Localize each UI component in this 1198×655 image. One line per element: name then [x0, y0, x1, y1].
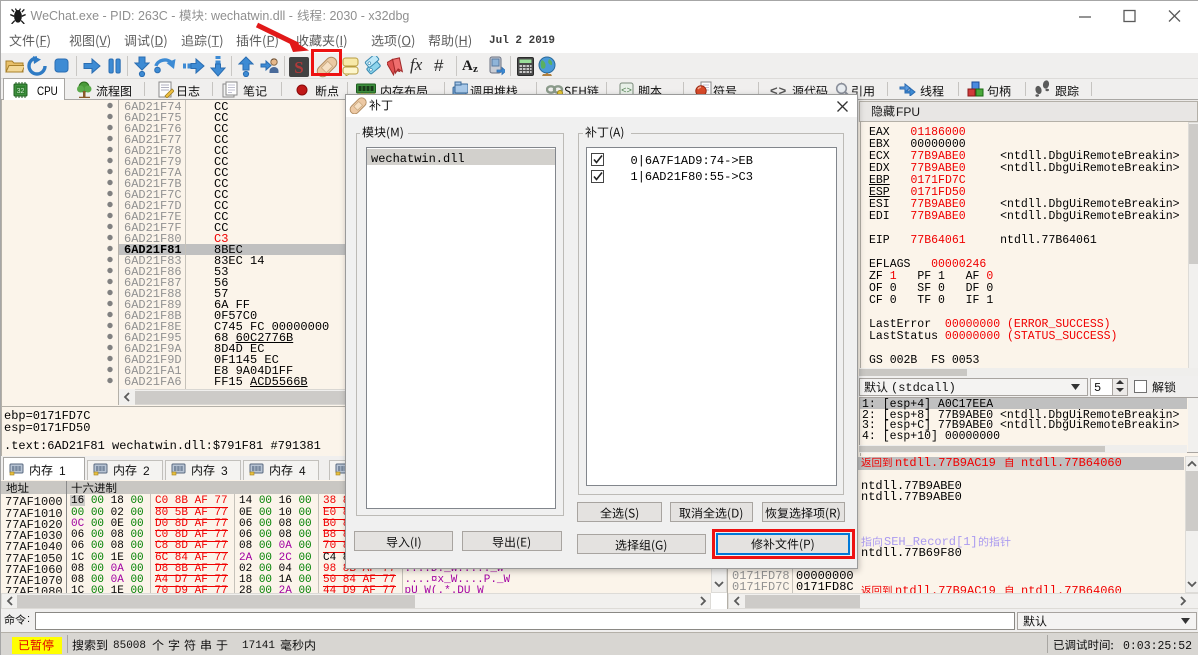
- svg-text:S: S: [294, 58, 303, 77]
- svg-text:32: 32: [17, 88, 25, 95]
